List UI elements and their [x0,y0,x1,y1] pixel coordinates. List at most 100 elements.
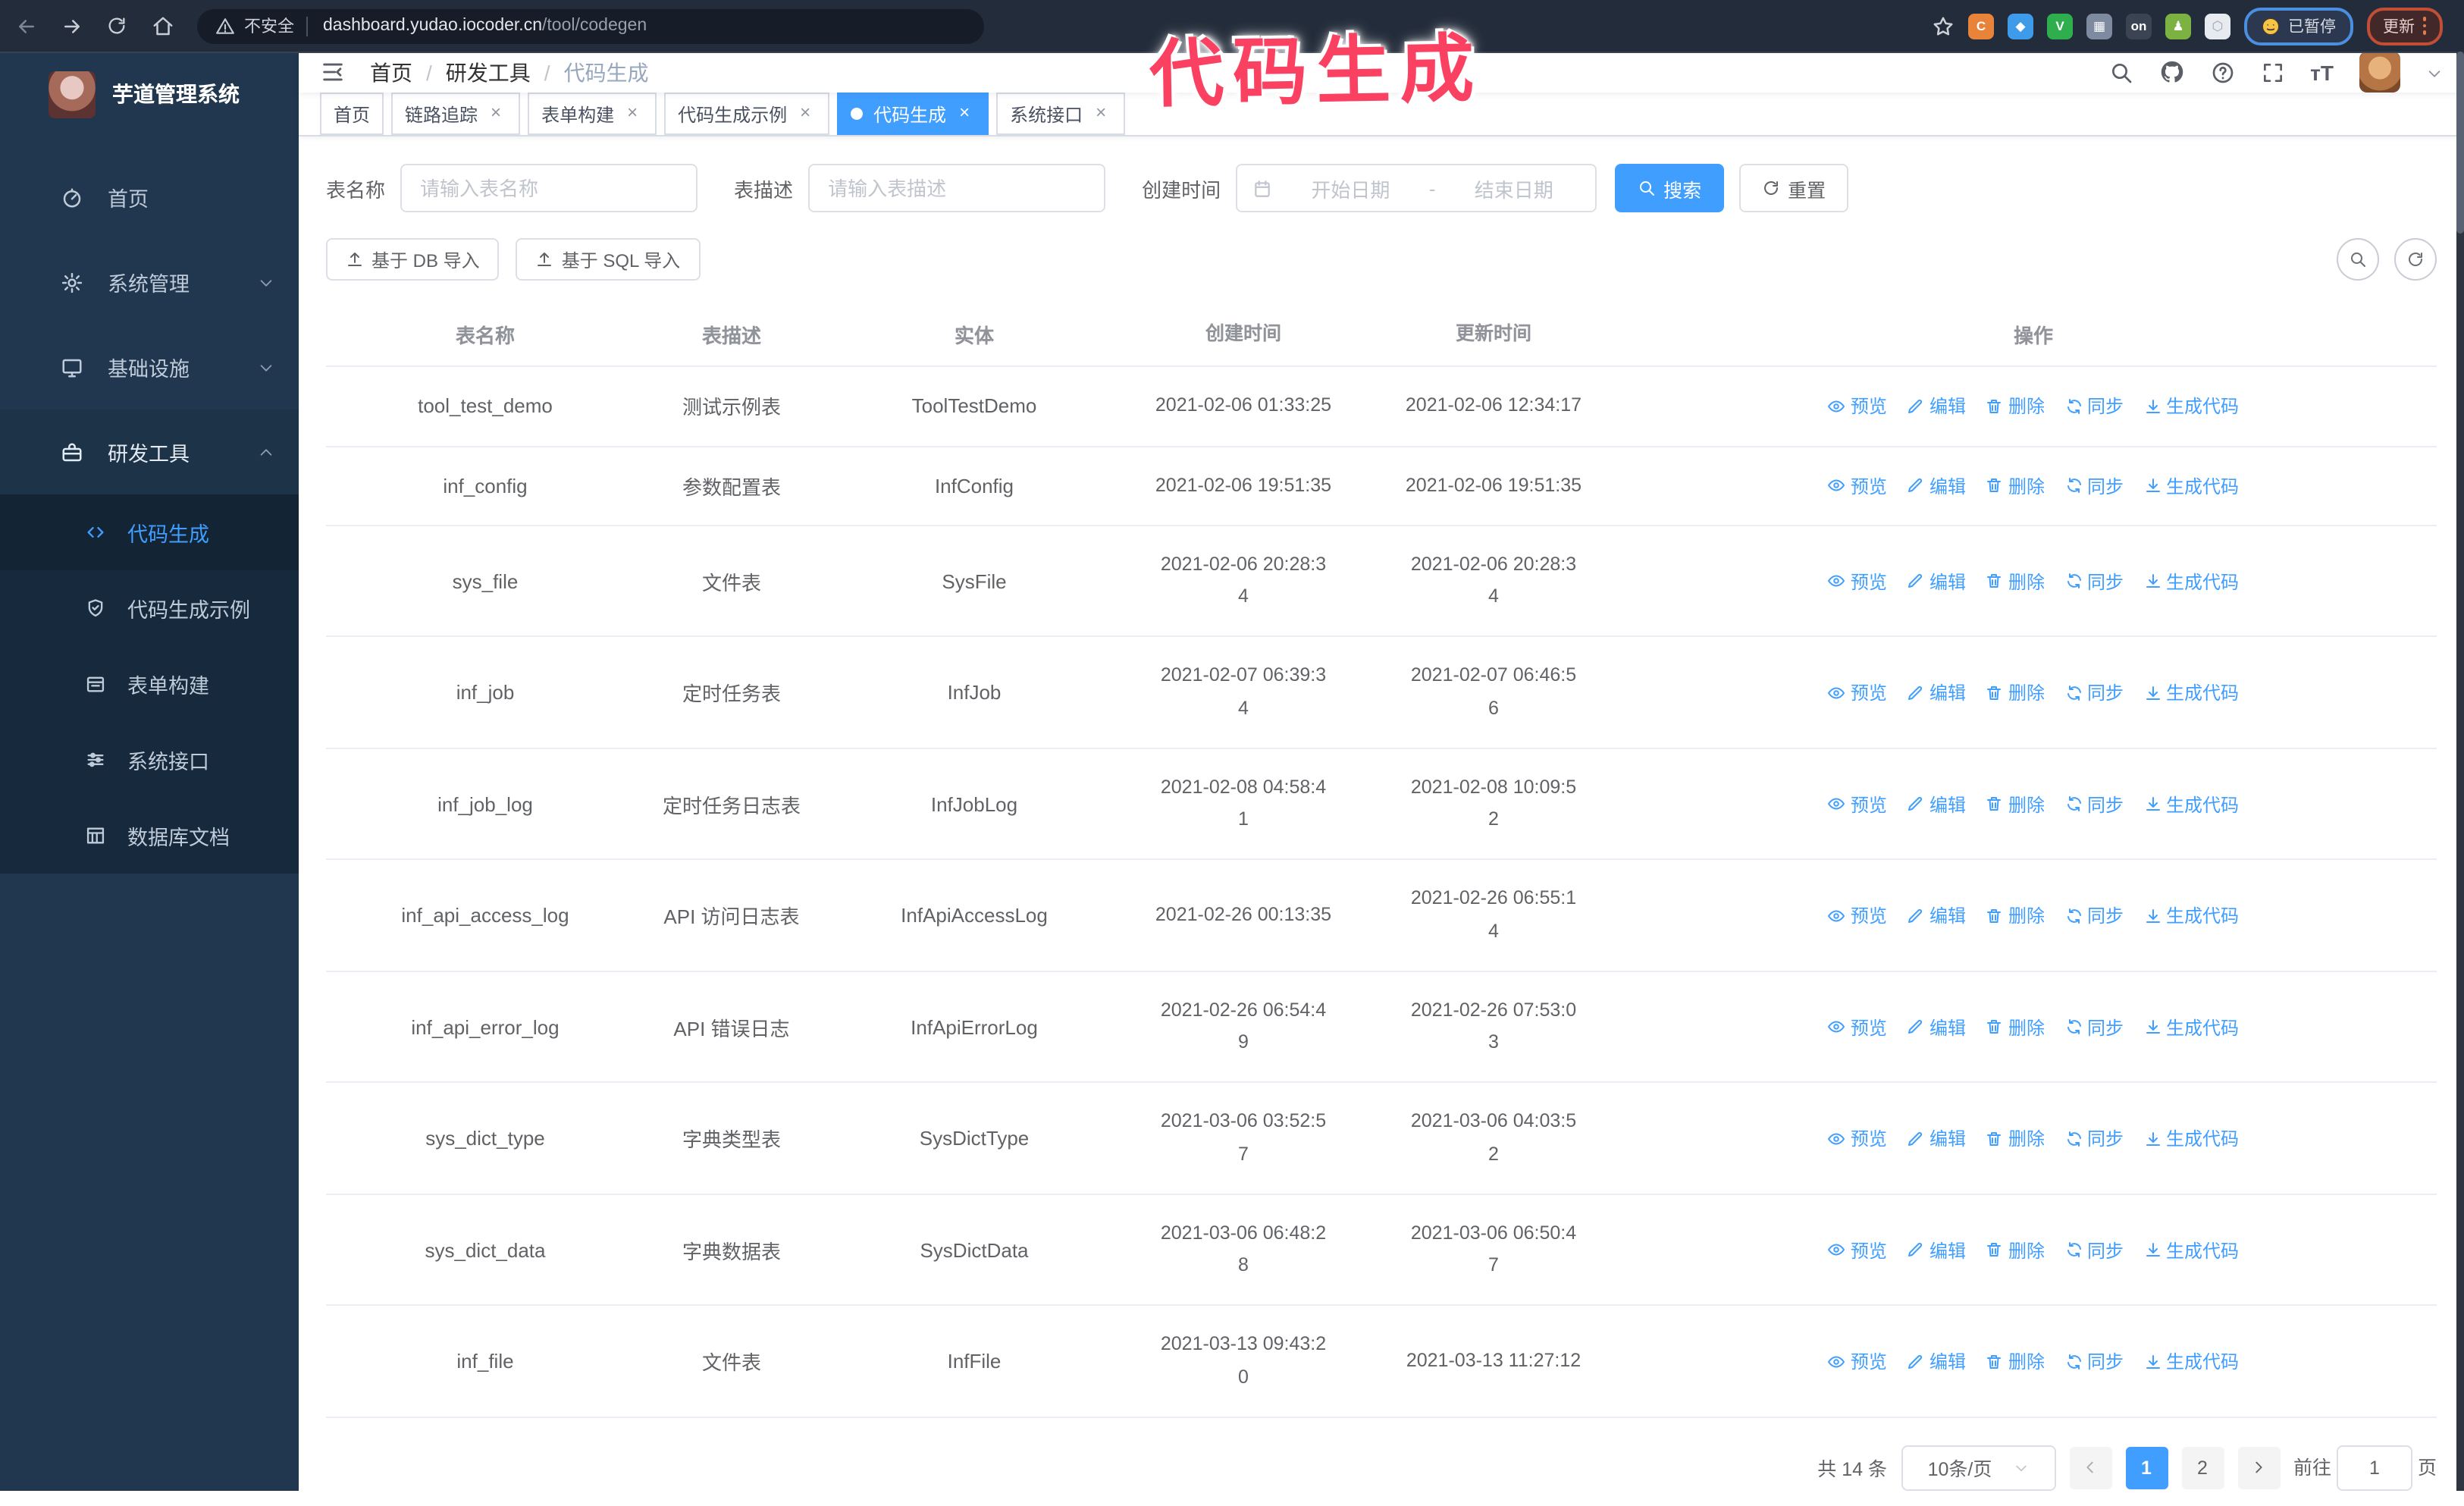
action-sync[interactable]: 同步 [2064,679,2124,705]
action-generate[interactable]: 生成代码 [2143,679,2239,705]
page-1-button[interactable]: 1 [2125,1446,2168,1489]
sidebar-toggle-button[interactable] [320,59,346,85]
action-generate[interactable]: 生成代码 [2143,394,2239,419]
action-edit[interactable]: 编辑 [1907,568,1966,594]
action-sync[interactable]: 同步 [2064,1348,2124,1374]
action-edit[interactable]: 编辑 [1907,1125,1966,1151]
action-preview[interactable]: 预览 [1828,568,1887,594]
action-preview[interactable]: 预览 [1828,394,1887,419]
logo[interactable]: 芋道管理系统 [0,52,299,136]
on-badge-extension-icon[interactable]: on [2126,13,2152,39]
search-button[interactable]: 搜索 [1615,164,1725,212]
submenu-item-db-doc[interactable]: 数据库文档 [0,798,299,874]
action-generate[interactable]: 生成代码 [2143,902,2239,928]
action-generate[interactable]: 生成代码 [2143,472,2239,498]
action-edit[interactable]: 编辑 [1907,1237,1966,1263]
action-delete[interactable]: 删除 [1986,1348,2045,1374]
submenu-item-api[interactable]: 系统接口 [0,722,299,798]
browser-menu-icon[interactable] [2422,17,2426,35]
user-caret-icon[interactable] [2426,61,2443,83]
action-preview[interactable]: 预览 [1828,679,1887,705]
action-edit[interactable]: 编辑 [1907,1348,1966,1374]
action-delete[interactable]: 删除 [1986,472,2045,498]
action-generate[interactable]: 生成代码 [2143,1014,2239,1040]
action-generate[interactable]: 生成代码 [2143,1237,2239,1263]
fullscreen-button[interactable] [2260,60,2284,84]
action-preview[interactable]: 预览 [1828,472,1887,498]
action-edit[interactable]: 编辑 [1907,394,1966,419]
gem-extension-icon[interactable]: ◆ [2008,13,2033,39]
close-icon[interactable]: × [795,102,816,124]
person-extension-icon[interactable]: ♟ [2165,13,2191,39]
page-size-select[interactable]: 10条/页 [1901,1445,2055,1491]
action-edit[interactable]: 编辑 [1907,902,1966,928]
user-avatar[interactable] [2359,52,2400,93]
action-delete[interactable]: 删除 [1986,791,2045,817]
sidebar-item-system[interactable]: 系统管理 [0,240,299,325]
action-preview[interactable]: 预览 [1828,1348,1887,1374]
action-sync[interactable]: 同步 [2064,472,2124,498]
action-sync[interactable]: 同步 [2064,1014,2124,1040]
puzzle-extension-icon[interactable]: ⬡ [2205,13,2230,39]
sidebar-item-infra[interactable]: 基础设施 [0,325,299,409]
browser-back-button[interactable] [6,6,45,45]
action-delete[interactable]: 删除 [1986,1014,2045,1040]
action-preview[interactable]: 预览 [1828,902,1887,928]
submenu-item-codegen-example[interactable]: 代码生成示例 [0,570,299,646]
browser-forward-button[interactable] [52,6,91,45]
tab-api[interactable]: 系统接口 × [996,93,1126,135]
action-generate[interactable]: 生成代码 [2143,791,2239,817]
close-icon[interactable]: × [622,102,643,124]
toggle-search-button[interactable] [2337,238,2379,281]
green-check-extension-icon[interactable]: V [2047,13,2073,39]
font-size-button[interactable]: тT [2310,60,2334,84]
close-icon[interactable]: × [1090,102,1111,124]
submenu-item-form-builder[interactable]: 表单构建 [0,646,299,722]
action-generate[interactable]: 生成代码 [2143,1348,2239,1374]
tab-home[interactable]: 首页 [320,93,384,135]
action-preview[interactable]: 预览 [1828,1237,1887,1263]
action-delete[interactable]: 删除 [1986,1237,2045,1263]
reset-button[interactable]: 重置 [1739,164,1849,212]
action-delete[interactable]: 删除 [1986,1125,2045,1151]
refresh-table-button[interactable] [2394,238,2437,281]
update-badge[interactable]: 更新 [2366,7,2443,45]
table-name-input[interactable] [400,164,698,212]
action-edit[interactable]: 编辑 [1907,472,1966,498]
action-generate[interactable]: 生成代码 [2143,568,2239,594]
action-sync[interactable]: 同步 [2064,568,2124,594]
close-icon[interactable]: × [485,102,506,124]
close-icon[interactable]: × [954,102,975,124]
page-2-button[interactable]: 2 [2181,1446,2224,1489]
action-edit[interactable]: 编辑 [1907,791,1966,817]
sidebar-item-devtools[interactable]: 研发工具 [0,409,299,494]
page-scrollbar[interactable] [2456,52,2464,1491]
github-link[interactable] [2158,59,2184,85]
import-db-button[interactable]: 基于 DB 导入 [326,238,500,281]
breadcrumb-item[interactable]: 研发工具 [446,57,531,87]
action-generate[interactable]: 生成代码 [2143,1125,2239,1151]
action-sync[interactable]: 同步 [2064,394,2124,419]
action-preview[interactable]: 预览 [1828,1125,1887,1151]
address-bar[interactable]: 不安全 dashboard.yudao.iocoder.cn/tool/code… [197,8,984,43]
action-edit[interactable]: 编辑 [1907,1014,1966,1040]
action-delete[interactable]: 删除 [1986,679,2045,705]
breadcrumb-item[interactable]: 首页 [370,57,412,87]
grid-extension-icon[interactable]: ▦ [2086,13,2112,39]
orange-extension-icon[interactable]: C [1968,13,1994,39]
goto-page-input[interactable] [2337,1445,2412,1491]
action-delete[interactable]: 删除 [1986,902,2045,928]
action-preview[interactable]: 预览 [1828,791,1887,817]
prev-page-button[interactable] [2069,1446,2111,1489]
action-delete[interactable]: 删除 [1986,568,2045,594]
tab-codegen-example[interactable]: 代码生成示例 × [664,93,830,135]
action-preview[interactable]: 预览 [1828,1014,1887,1040]
tab-form-builder[interactable]: 表单构建 × [528,93,657,135]
help-button[interactable] [2210,60,2234,84]
sidebar-item-home[interactable]: 首页 [0,155,299,240]
browser-home-button[interactable] [143,6,182,45]
action-sync[interactable]: 同步 [2064,791,2124,817]
action-sync[interactable]: 同步 [2064,1237,2124,1263]
action-sync[interactable]: 同步 [2064,1125,2124,1151]
header-search-button[interactable] [2108,60,2133,84]
